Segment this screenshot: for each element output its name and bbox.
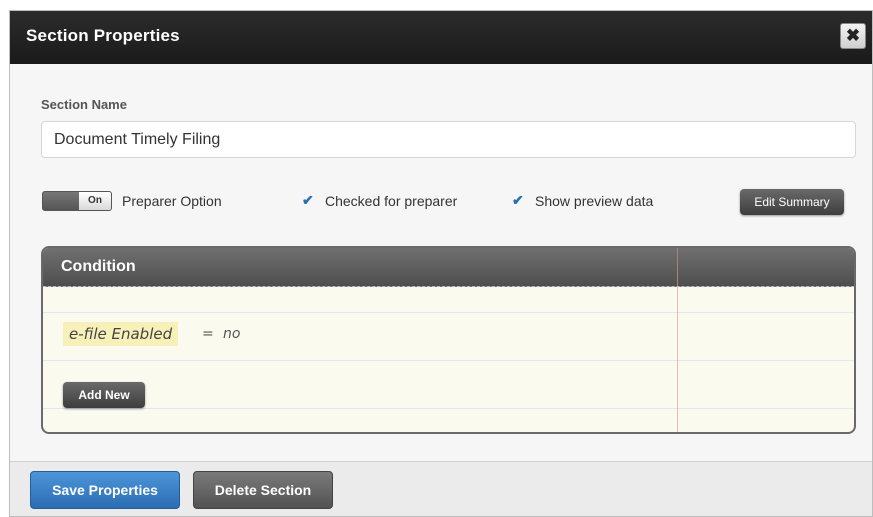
section-name-input[interactable]: Document Timely Filing xyxy=(41,121,856,158)
toggle-state-label: On xyxy=(79,192,111,210)
delete-section-button[interactable]: Delete Section xyxy=(193,471,333,509)
condition-operator: = xyxy=(202,326,214,342)
ruled-line xyxy=(43,360,854,361)
edit-summary-button[interactable]: Edit Summary xyxy=(740,189,844,215)
toggle-knob xyxy=(43,192,79,210)
condition-header: Condition xyxy=(43,248,854,287)
condition-value[interactable]: no xyxy=(223,326,240,342)
condition-panel: Condition e-file Enabled = no Add New xyxy=(41,246,856,434)
show-preview-checkbox[interactable]: ✔ xyxy=(512,192,524,209)
close-icon[interactable]: ✖ xyxy=(840,23,866,49)
preparer-option-label: Preparer Option xyxy=(122,193,222,209)
preparer-option-toggle[interactable]: On xyxy=(42,191,112,211)
condition-title: Condition xyxy=(61,258,136,275)
dialog-titlebar: Section Properties ✖ xyxy=(10,11,872,64)
condition-field-chip[interactable]: e-file Enabled xyxy=(63,322,179,346)
margin-line xyxy=(677,248,678,432)
section-name-label: Section Name xyxy=(41,97,127,112)
dialog-title: Section Properties xyxy=(26,26,180,45)
save-properties-button[interactable]: Save Properties xyxy=(30,471,180,509)
checked-for-preparer-label: Checked for preparer xyxy=(325,193,458,209)
checked-for-preparer-checkbox[interactable]: ✔ xyxy=(302,192,314,209)
section-properties-dialog: Section Properties ✖ Section Name Docume… xyxy=(9,10,873,517)
ruled-line xyxy=(43,312,854,313)
add-new-condition-button[interactable]: Add New xyxy=(63,382,145,408)
show-preview-label: Show preview data xyxy=(535,193,654,209)
ruled-line xyxy=(43,408,854,409)
